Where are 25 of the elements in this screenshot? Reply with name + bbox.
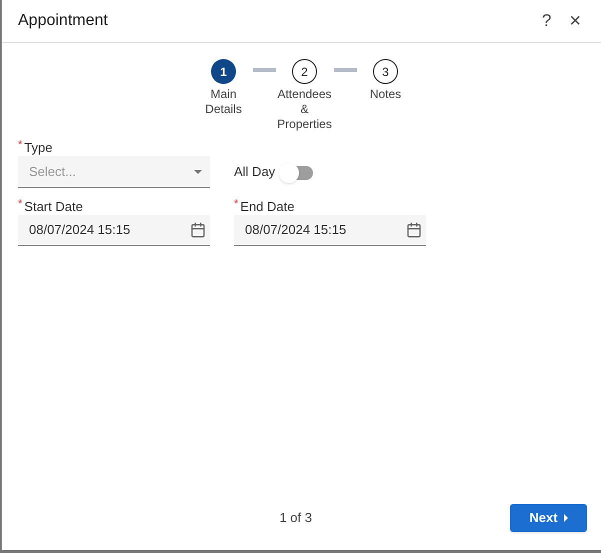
help-button[interactable]: ?: [542, 8, 552, 34]
required-mark: *: [18, 138, 22, 152]
date-value: 08/07/2024 15:15: [29, 221, 130, 240]
step-label: Notes: [368, 87, 402, 102]
calendar-icon[interactable]: [190, 222, 206, 238]
date-field[interactable]: 08/07/2024 15:15: [234, 215, 426, 246]
field-label: Start Date: [24, 198, 83, 216]
step-label: Attendees & Properties: [276, 87, 333, 132]
field-label: End Date: [240, 198, 294, 216]
step-label: Main Details: [204, 87, 243, 117]
caret-icon: [194, 170, 202, 174]
date-field[interactable]: 08/07/2024 15:15: [18, 215, 210, 246]
required-mark: *: [234, 197, 238, 211]
next-button[interactable]: Next: [510, 504, 587, 532]
required-mark: *: [18, 197, 22, 211]
toggle-switch[interactable]: [281, 166, 314, 180]
caret-right-icon: [564, 514, 568, 522]
page-indicator: 1 of 3: [279, 509, 312, 528]
calendar-icon[interactable]: [406, 222, 422, 238]
field-label: Type: [24, 139, 52, 157]
date-value: 08/07/2024 15:15: [245, 221, 346, 240]
window-title: Appointment: [18, 11, 109, 31]
placeholder-text: Select...: [29, 162, 76, 181]
toggle-label: All Day: [234, 163, 276, 182]
close-button[interactable]: ×: [569, 6, 581, 36]
